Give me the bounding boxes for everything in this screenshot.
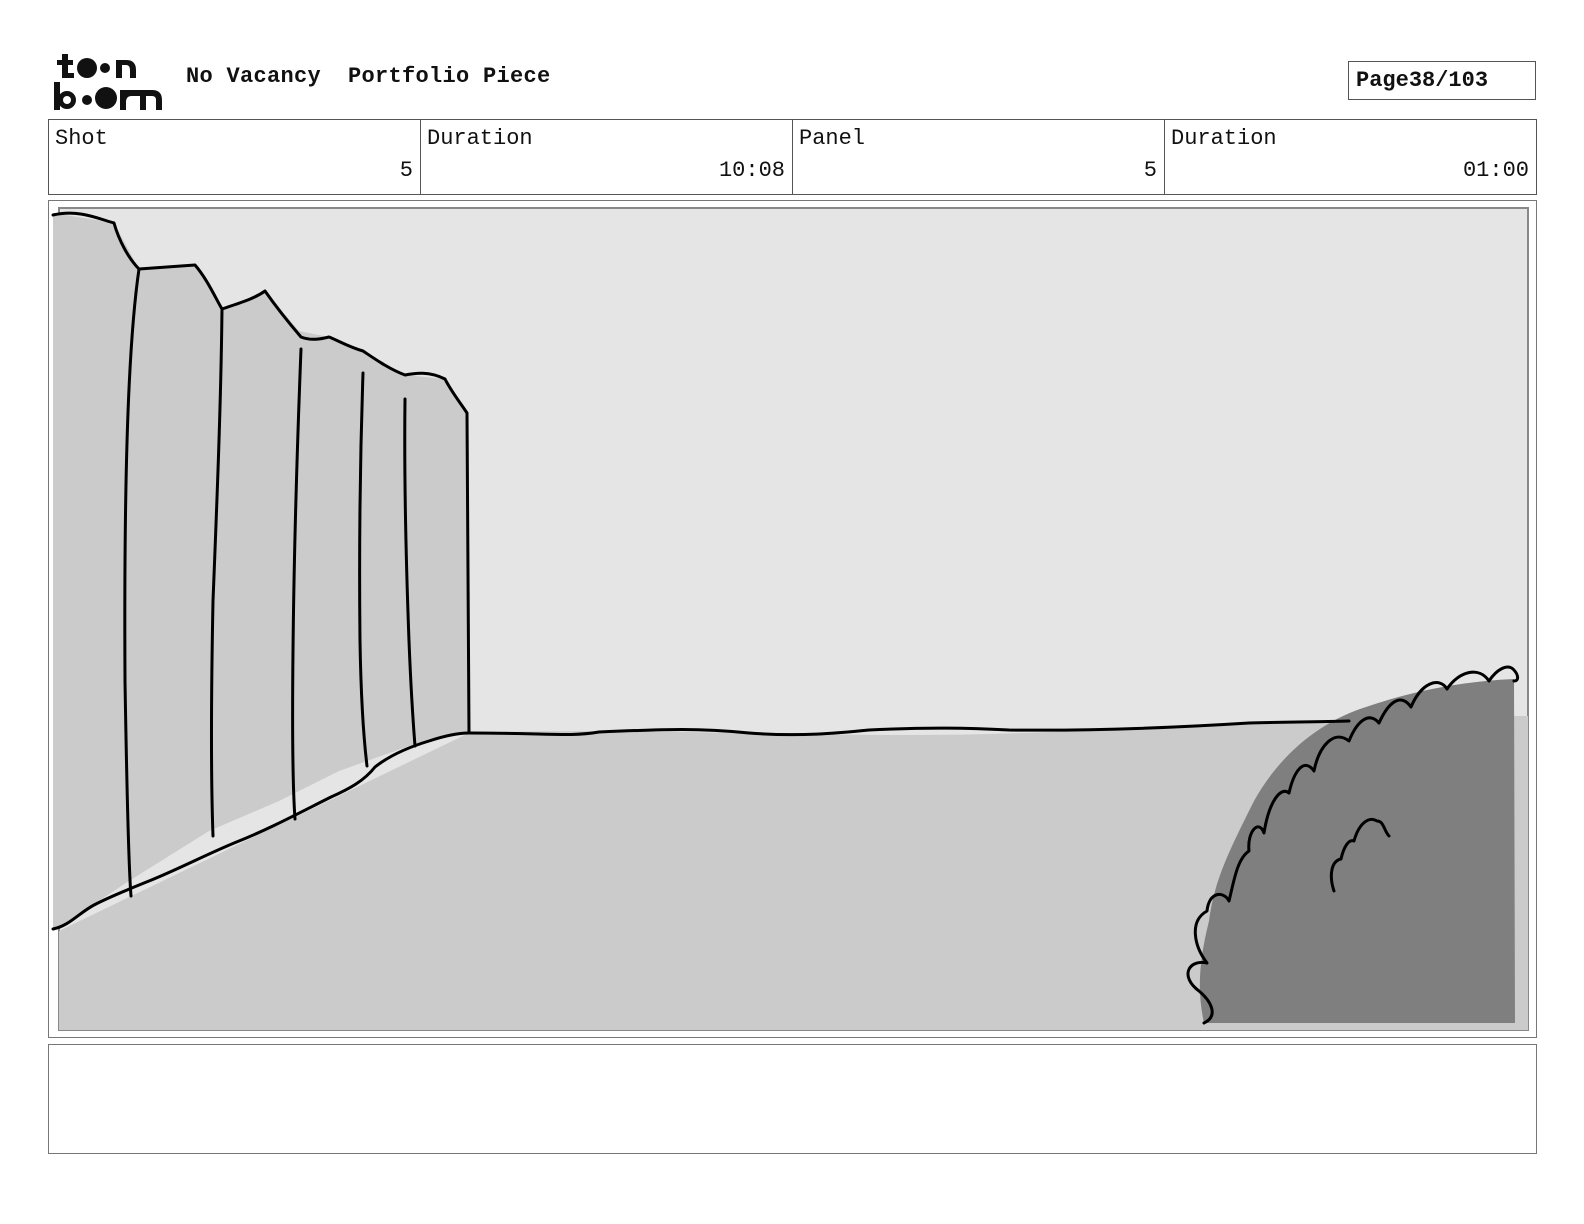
- shot-value: 5: [399, 158, 413, 183]
- panel-drawing: [51, 207, 1529, 1031]
- panel-label: Panel: [799, 126, 866, 151]
- panel-duration-label: Duration: [1171, 126, 1277, 151]
- shot-label: Shot: [55, 126, 108, 151]
- shot-duration-value: 10:08: [718, 158, 785, 183]
- shot-duration-label: Duration: [427, 126, 533, 151]
- page-label: Page: [1356, 68, 1409, 93]
- page-value: 38/103: [1408, 68, 1489, 93]
- toon-boom-logo: [52, 50, 164, 112]
- panel-duration-cell: Duration 01:00: [1164, 120, 1536, 194]
- shot-info-table: Shot 5 Duration 10:08 Panel 5 Duration 0…: [48, 119, 1537, 195]
- storyboard-panel: [48, 200, 1537, 1038]
- shot-duration-cell: Duration 10:08: [420, 120, 792, 194]
- page-counter: Page 38/103: [1348, 61, 1536, 100]
- shot-cell: Shot 5: [49, 120, 420, 194]
- panel-duration-value: 01:00: [1462, 158, 1529, 183]
- panel-value: 5: [1143, 158, 1157, 183]
- panel-cell: Panel 5: [792, 120, 1164, 194]
- panel-notes-box[interactable]: [48, 1044, 1537, 1154]
- project-title: No Vacancy Portfolio Piece: [186, 64, 551, 89]
